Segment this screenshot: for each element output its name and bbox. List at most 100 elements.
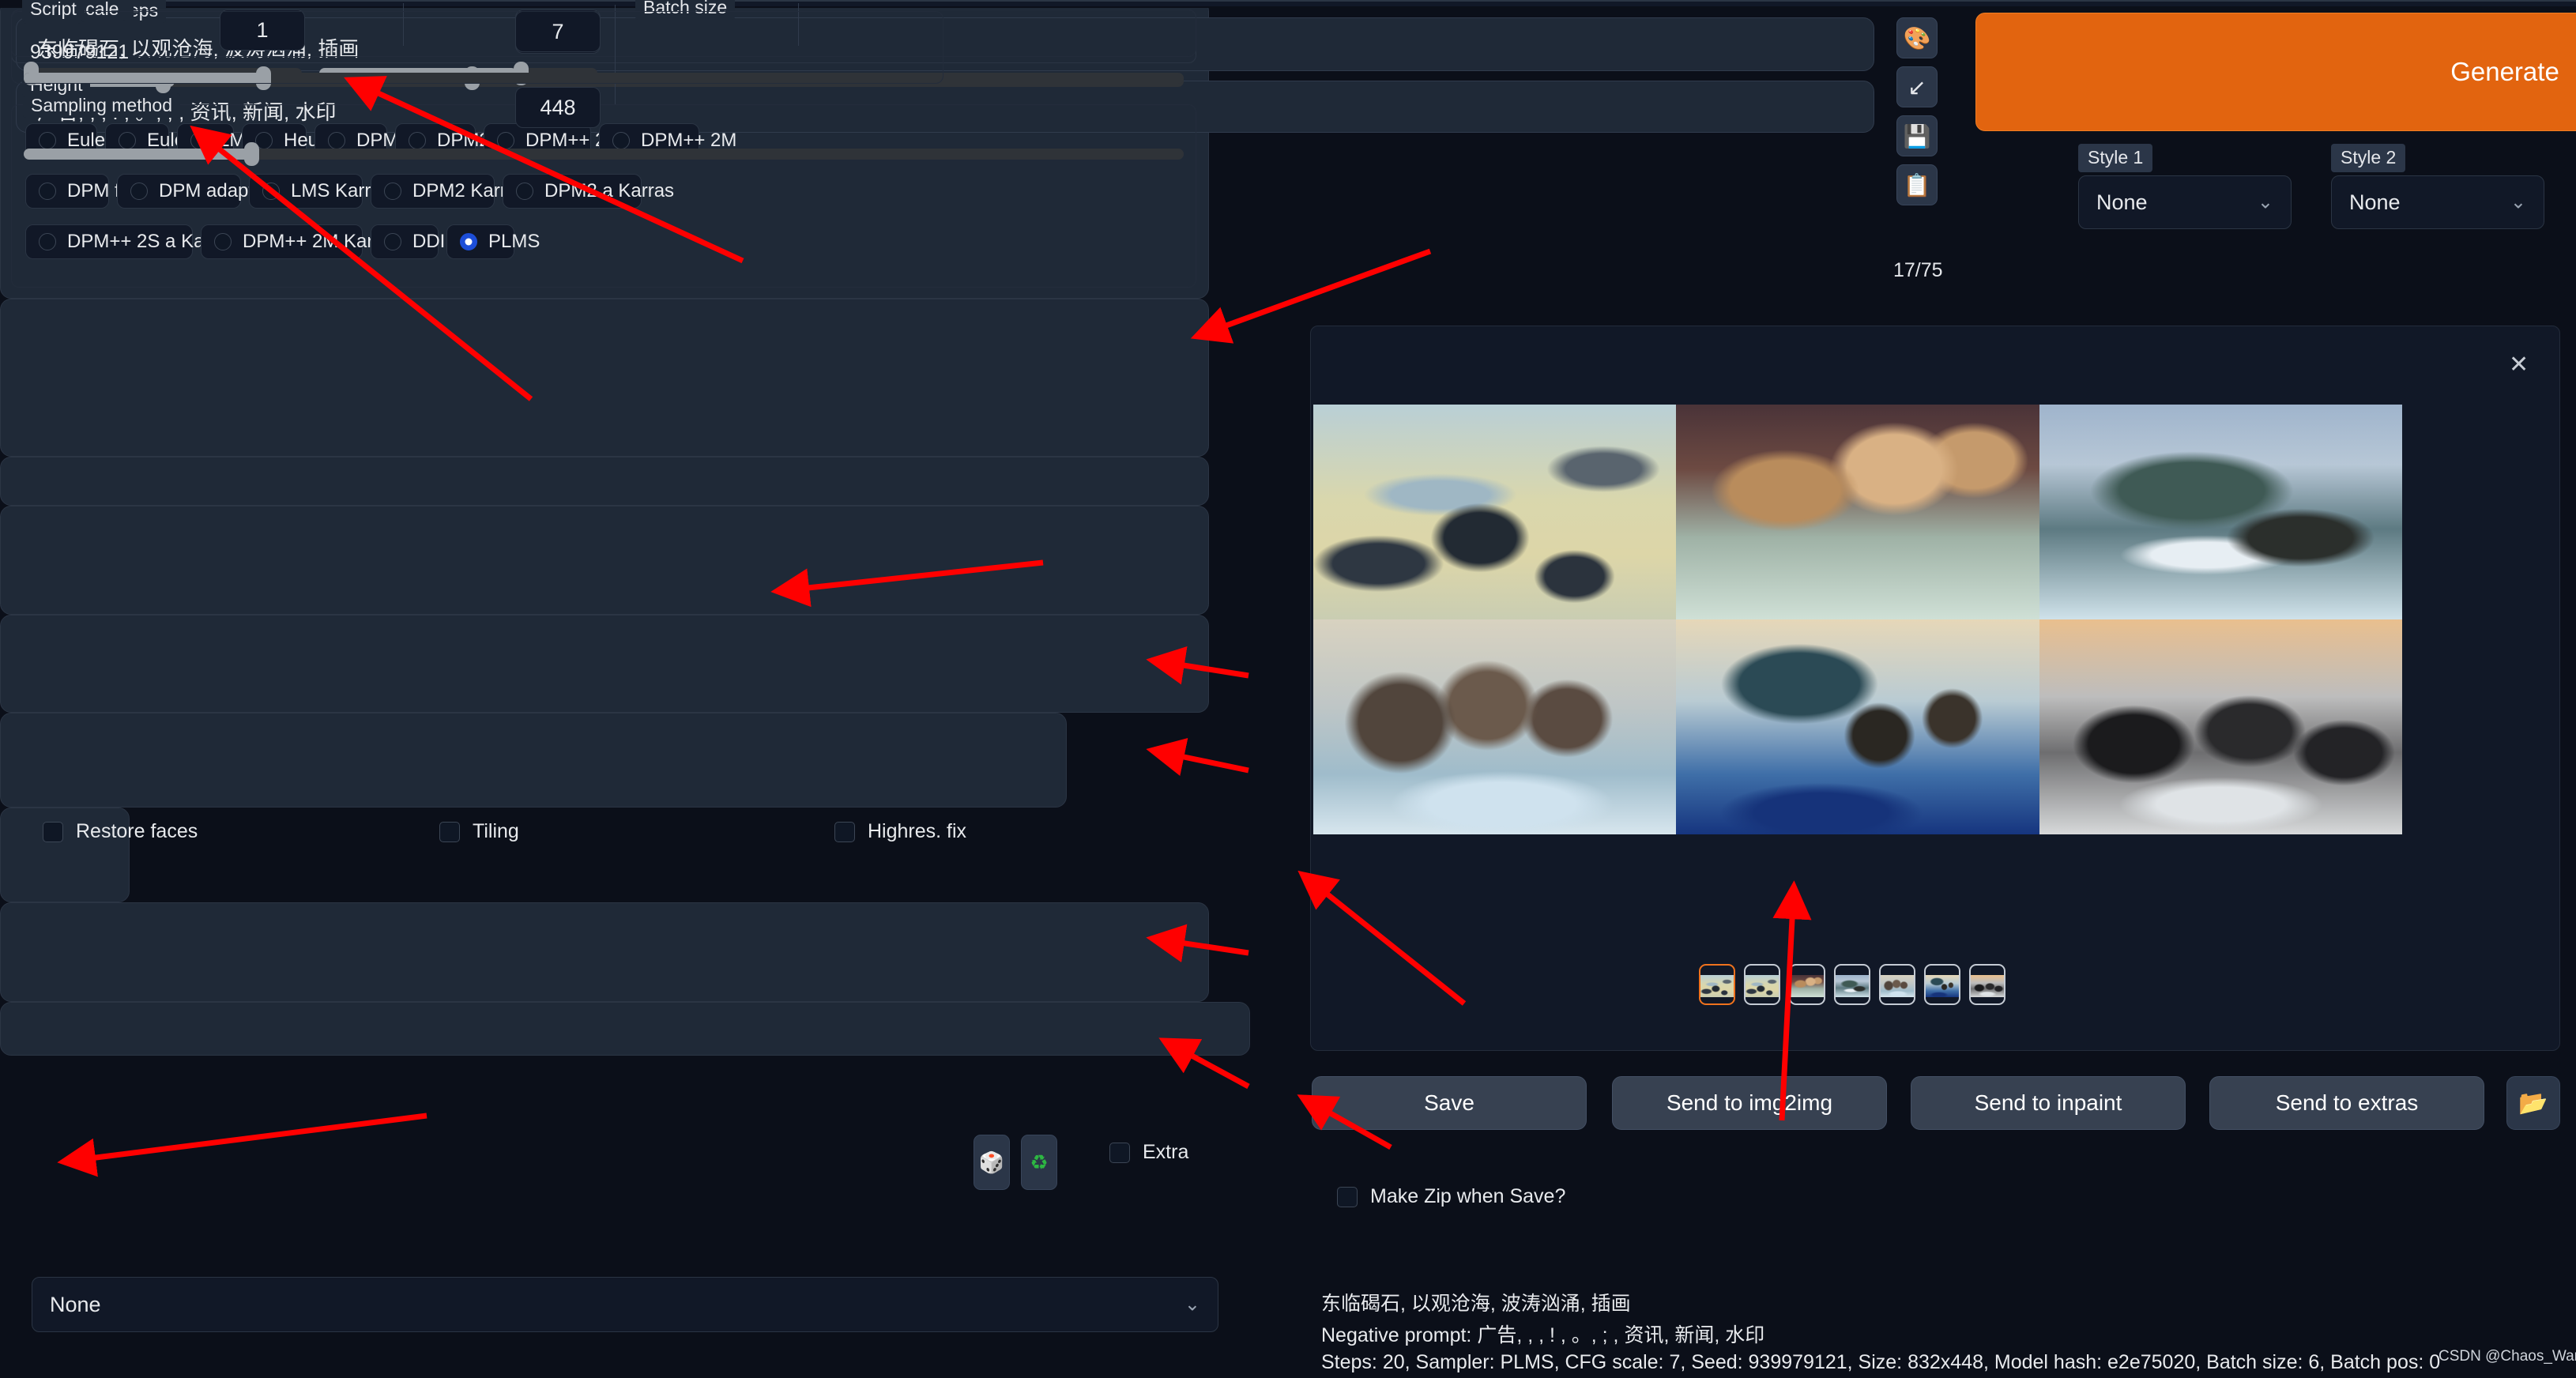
style-1-label: Style 1 (2078, 144, 2153, 172)
radio-dot (384, 233, 401, 250)
tiling-checkbox[interactable]: Tiling (439, 820, 519, 843)
radio-dot-selected (460, 233, 477, 250)
sampler-dpmpp-2s-a-karras[interactable]: DPM++ 2S a Karras (25, 224, 237, 259)
token-counter: 17/75 (1893, 259, 1943, 281)
apply-style-glyph: ↙ (1908, 74, 1926, 100)
gallery-image-2[interactable] (1676, 405, 2039, 619)
artwork (1676, 405, 2039, 619)
folder-glyph: 📂 (2518, 1090, 2548, 1116)
restore-faces-checkbox[interactable]: Restore faces (43, 820, 198, 843)
thumbnail-5[interactable] (1879, 964, 1915, 1005)
seed-input[interactable]: 939979121 (30, 41, 129, 64)
height-value[interactable]: 448 (515, 87, 601, 128)
batch-panel: Batch count 1 Batch size 6 (0, 0, 1209, 615)
sampler-dpm-fast[interactable]: DPM fast (25, 174, 145, 209)
checkbox-box (43, 821, 63, 842)
send-to-extras-button[interactable]: Send to extras (2209, 1076, 2484, 1130)
send-to-inpaint-button[interactable]: Send to inpaint (1911, 1076, 2186, 1130)
sampler-ddim[interactable]: DDIM (371, 224, 461, 259)
thumbnail-2[interactable] (1744, 964, 1780, 1005)
recycle-glyph: ♻ (1030, 1150, 1049, 1174)
gallery-image-5[interactable] (1676, 619, 2039, 834)
checkbox-box (439, 821, 460, 842)
height-slider[interactable] (24, 142, 1184, 166)
radio-dot (119, 132, 136, 149)
toggles-panel (0, 3, 1209, 506)
radio-dot (39, 233, 56, 250)
style-2-value: None (2349, 190, 2401, 214)
checkbox-box (1337, 1186, 1358, 1207)
sampler-dpm-adaptive[interactable]: DPM adaptive (117, 174, 278, 209)
save-button[interactable]: Save (1312, 1076, 1587, 1130)
thumbnail-3[interactable] (1789, 964, 1825, 1005)
thumbnail-7[interactable] (1969, 964, 2005, 1005)
info-prompt-line: 东临碣石, 以观沧海, 波涛汹涌, 插画 (1321, 1293, 1631, 1315)
paste-clipboard-icon[interactable]: 📋 (1896, 164, 1938, 205)
make-zip-label: Make Zip when Save? (1370, 1185, 1566, 1207)
thumbnail-4[interactable] (1834, 964, 1870, 1005)
radio-dot (328, 132, 345, 149)
gallery-image-6[interactable] (2039, 619, 2402, 834)
thumb-artwork (1971, 975, 2004, 998)
sampler-dpm2-karras[interactable]: DPM2 Karras (371, 174, 526, 209)
make-zip-panel (0, 1002, 1250, 1056)
chevron-down-icon: ⌄ (1184, 1293, 1200, 1316)
open-folder-icon[interactable]: 📂 (2506, 1076, 2560, 1130)
style-palette-icon[interactable]: 🎨 (1896, 17, 1938, 58)
close-icon[interactable]: ✕ (2509, 351, 2529, 378)
sampler-dpmpp-2m-karras[interactable]: DPM++ 2M Karras (201, 224, 400, 259)
thumb-artwork (1700, 975, 1734, 998)
highres-fix-checkbox[interactable]: Highres. fix (834, 820, 966, 843)
radio-dot (497, 132, 514, 149)
send-to-img2img-button[interactable]: Send to img2img (1612, 1076, 1887, 1130)
radio-dot (39, 132, 56, 149)
height-slider-thumb[interactable] (243, 142, 259, 166)
active-tab-edge (71, 0, 2576, 6)
dice-icon[interactable]: 🎲 (974, 1135, 1010, 1190)
style-2-label: Style 2 (2331, 144, 2406, 172)
gallery-image-4[interactable] (1313, 619, 1677, 834)
info-negative-prompt-line: Negative prompt: 广告, , , ! , 。, ; , 资讯, … (1321, 1324, 1765, 1346)
highres-fix-label: Highres. fix (868, 820, 967, 842)
generate-button[interactable]: Generate (1975, 13, 2576, 131)
paste-clipboard-glyph: 📋 (1903, 172, 1931, 198)
dimensions-panel: Width 832 Height 448 (0, 0, 1209, 457)
arrow-to-sampling-steps (1190, 248, 1432, 344)
checkbox-box (1109, 1142, 1130, 1163)
checkbox-box (834, 821, 855, 842)
arrow-to-height (1146, 738, 1249, 776)
artwork (1313, 405, 1677, 619)
thumb-artwork (1791, 975, 1824, 998)
seed-extra-checkbox[interactable]: Extra (1109, 1141, 1188, 1164)
make-zip-checkbox[interactable]: Make Zip when Save? (1337, 1185, 1565, 1208)
restore-faces-label: Restore faces (76, 820, 198, 842)
chevron-down-icon: ⌄ (2257, 191, 2273, 213)
save-style-icon[interactable]: 💾 (1896, 115, 1938, 156)
tiling-label: Tiling (473, 820, 519, 842)
gallery-image-3[interactable] (2039, 405, 2402, 619)
apply-style-arrow-icon[interactable]: ↙ (1896, 66, 1938, 107)
radio-dot (409, 132, 426, 149)
sampler-lms-karras[interactable]: LMS Karras (249, 174, 391, 209)
gallery-thumbnail-strip (1699, 964, 2005, 1005)
script-dropdown[interactable]: None ⌄ (32, 1277, 1218, 1332)
gallery-image-1[interactable] (1313, 405, 1677, 619)
radio-dot (130, 183, 148, 200)
watermark: CSDN @Chaos_Wang_ (2439, 1348, 2576, 1365)
seed-panel: Seed 939979121 🎲 ♻ (0, 0, 1067, 1190)
thumb-artwork (1926, 975, 1959, 998)
sampler-label: PLMS (488, 231, 540, 252)
style-2-dropdown[interactable]: None ⌄ (2331, 175, 2544, 229)
sampler-dpm2-a-karras[interactable]: DPM2 a Karras (503, 174, 674, 209)
radio-dot (384, 183, 401, 200)
radio-dot (612, 132, 630, 149)
height-group: Height (11, 73, 1196, 133)
style-1-dropdown[interactable]: None ⌄ (2078, 175, 2292, 229)
thumbnail-1[interactable] (1699, 964, 1735, 1005)
thumbnail-6[interactable] (1924, 964, 1960, 1005)
recycle-icon[interactable]: ♻ (1021, 1135, 1057, 1190)
style-palette-glyph: 🎨 (1903, 25, 1931, 51)
sampler-plms[interactable]: PLMS (446, 224, 540, 259)
stable-diffusion-webui-txt2img-screen: 东临碣石, 以观沧海, 波涛汹涌, 插画 广告, , , ! , 。, ; , … (0, 0, 2576, 1378)
style-1-value: None (2096, 190, 2148, 214)
